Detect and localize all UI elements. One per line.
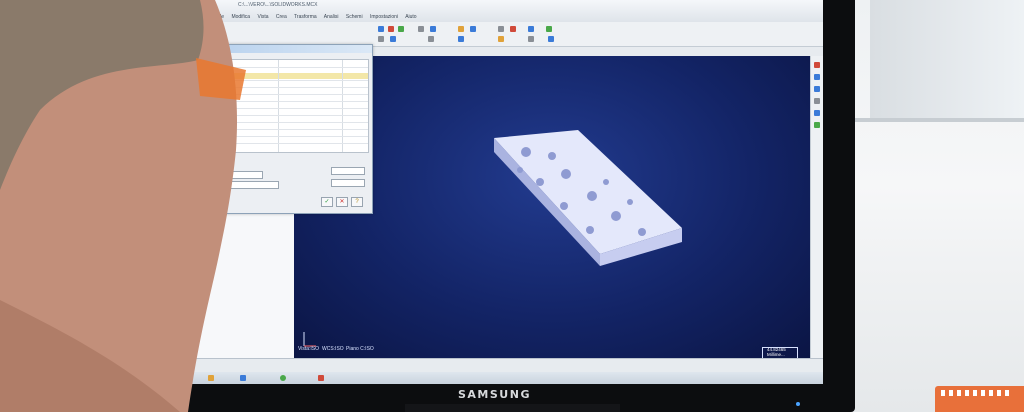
ok-button[interactable]: ✓ <box>321 197 333 207</box>
window-light <box>870 0 1024 120</box>
monitor-screen: C:\...\VERO\...\SOLIDWORKS.MCX File Modi… <box>168 0 823 384</box>
toolbar-icon[interactable] <box>498 26 504 32</box>
toolbar-icon[interactable] <box>430 26 436 32</box>
power-led-icon <box>796 402 800 406</box>
toolbar-icon[interactable] <box>388 26 394 32</box>
toolbar-icon[interactable] <box>546 26 552 32</box>
hole-icon <box>560 202 568 210</box>
toolbar-icon[interactable] <box>458 36 464 42</box>
menu-item[interactable]: Trasforma <box>294 14 317 20</box>
view-icon[interactable] <box>814 62 820 68</box>
hole-icon <box>521 147 531 157</box>
office-scene: SAMSUNG C:\...\VERO\...\SOLIDWORKS.MCX F… <box>0 0 1024 412</box>
hole-icon <box>548 152 556 160</box>
toolbar-icon[interactable] <box>378 36 384 42</box>
hole-icon <box>586 226 594 234</box>
toolbar-icon[interactable] <box>470 26 476 32</box>
hole-icon <box>517 167 523 173</box>
toolbar-icon[interactable] <box>528 36 534 42</box>
hole-icon <box>611 211 621 221</box>
cancel-button[interactable]: ✕ <box>336 197 348 207</box>
toolbar-icon[interactable] <box>498 36 504 42</box>
menu-item[interactable]: Impostazioni <box>370 14 398 20</box>
menu-item[interactable]: Analisi <box>324 14 339 20</box>
monitor-brand: SAMSUNG <box>458 388 531 401</box>
view-icon[interactable] <box>814 110 820 116</box>
toolbar-icon[interactable] <box>548 36 554 42</box>
view-label: Vista:ISO <box>298 346 320 352</box>
menu-item[interactable]: Crea <box>276 14 287 20</box>
toolbar-icon[interactable] <box>458 26 464 32</box>
toolbar-icon[interactable] <box>510 26 516 32</box>
toolbar-icon[interactable] <box>378 26 384 32</box>
toolbar-icon[interactable] <box>398 26 404 32</box>
plane-label: Piano C:ISO <box>346 346 374 352</box>
part-top-face <box>494 130 682 254</box>
wcs-label: WCS:ISO <box>322 346 344 352</box>
toolbar-icon[interactable] <box>390 36 396 42</box>
dialog-field[interactable] <box>331 167 365 175</box>
hole-icon <box>603 179 609 185</box>
orange-object <box>935 386 1024 412</box>
view-icon[interactable] <box>814 98 820 104</box>
glasses-icon <box>196 58 246 100</box>
toolbar-icon[interactable] <box>428 36 434 42</box>
person-silhouette <box>0 0 246 412</box>
menu-item[interactable]: Schemi <box>346 14 363 20</box>
status-bar <box>168 358 823 373</box>
help-button[interactable]: ? <box>351 197 363 207</box>
hole-icon <box>536 178 544 186</box>
view-icon[interactable] <box>814 86 820 92</box>
app-menubar: C:\...\VERO\...\SOLIDWORKS.MCX File Modi… <box>168 0 823 23</box>
dialog-field[interactable] <box>331 179 365 187</box>
toolbar-icon[interactable] <box>528 26 534 32</box>
toolbar-icon[interactable] <box>418 26 424 32</box>
hole-icon <box>627 199 633 205</box>
view-icon[interactable] <box>814 74 820 80</box>
browser-icon[interactable] <box>280 375 286 381</box>
menu-item[interactable]: Aiuto <box>405 14 416 20</box>
monitor-stand <box>405 404 620 412</box>
hole-icon <box>561 169 571 179</box>
taskbar-app-icon[interactable] <box>318 375 324 381</box>
shelf <box>852 118 1024 122</box>
view-icon[interactable] <box>814 122 820 128</box>
windows-taskbar <box>168 372 823 384</box>
scale-unit: Millime... <box>767 352 785 357</box>
hole-icon <box>638 228 646 236</box>
hole-icon <box>587 191 597 201</box>
view-toolbar <box>810 56 823 358</box>
